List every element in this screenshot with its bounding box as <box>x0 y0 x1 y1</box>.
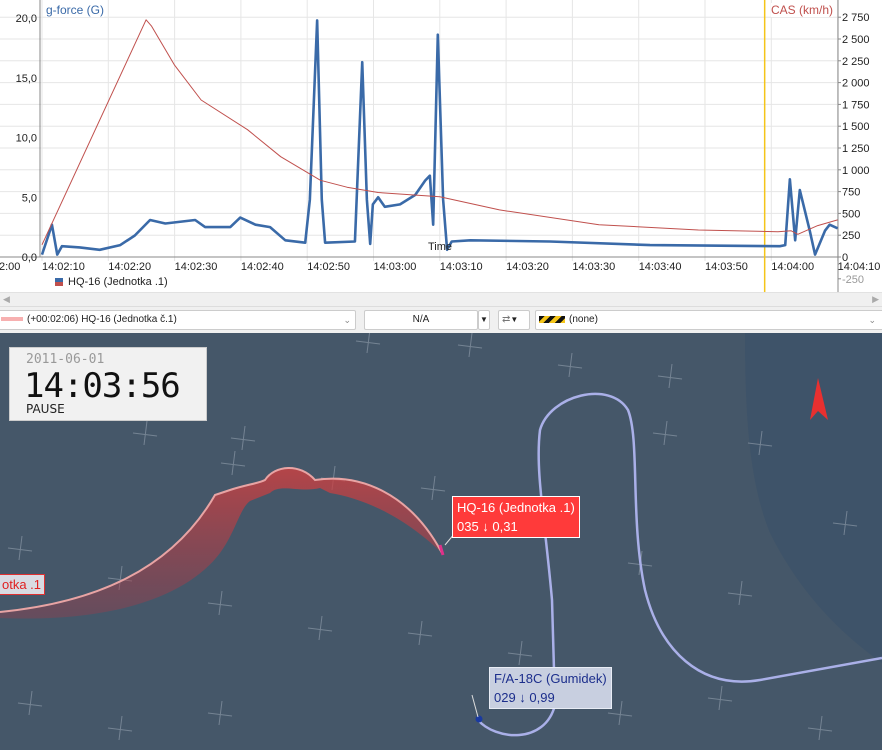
clock-date: 2011-06-01 <box>26 352 105 367</box>
x-tick-label: 14:02:30 <box>175 261 218 273</box>
value-dropdown-button[interactable]: ▼ <box>478 310 490 330</box>
offscreen-unit-label[interactable]: otka .1 <box>0 574 46 595</box>
x-tick-label: 14:03:30 <box>572 261 615 273</box>
right-axis-title: CAS (km/h) <box>771 3 834 17</box>
right-tick-label: 2 000 <box>842 78 870 90</box>
replay-clock: 2011-06-01 14:03:56 PAUSE <box>9 347 207 421</box>
hq16-label[interactable]: HQ-16 (Jednotka .1) 035 ↓ 0,31 <box>452 496 580 538</box>
fa18-label[interactable]: F/A-18C (Gumidek) 029 ↓ 0,99 <box>489 667 612 709</box>
grid-cross <box>468 333 473 358</box>
right-tick-label: 2 250 <box>842 56 870 68</box>
right-tick-label: 500 <box>842 208 860 220</box>
x-tick-label: 14:02:40 <box>241 261 284 273</box>
grid-cross <box>618 700 623 726</box>
x-tick-label: 14:03:50 <box>705 261 748 273</box>
grid-cross <box>818 715 823 741</box>
map-view[interactable]: 2011-06-01 14:03:56 PAUSE HQ-16 (Jednotk… <box>0 333 882 750</box>
pattern-select-value: (none) <box>569 314 598 325</box>
hq16-aircraft-marker <box>438 544 445 556</box>
grid-cross <box>28 690 33 716</box>
grid-cross <box>318 615 323 641</box>
align-tool-button[interactable]: ⇄▼ <box>498 310 530 330</box>
left-tick-label: 0,0 <box>22 252 37 264</box>
grid-cross <box>568 352 573 378</box>
grid-cross <box>18 535 23 561</box>
right-tick-label: -250 <box>842 274 864 286</box>
grid-cross <box>218 590 223 616</box>
clock-time: 14:03:56 <box>24 366 181 406</box>
grid-cross <box>218 700 223 726</box>
x-tick-label: 14:03:10 <box>440 261 483 273</box>
grid-cross <box>718 685 723 711</box>
terrain-region <box>745 333 882 663</box>
telemetry-chart[interactable]: 2:00 14:02:10 14:02:20 14:02:30 14:02:40 14:0… <box>0 0 882 292</box>
scroll-left-icon[interactable]: ◀ <box>3 294 10 305</box>
x-tick-label: 14:02:50 <box>307 261 350 273</box>
right-tick-label: 2 500 <box>842 34 870 46</box>
chart-horizontal-scrollbar[interactable]: ◀ ▶ <box>0 292 882 306</box>
right-tick-label: 0 <box>842 252 848 264</box>
dropdown-arrow-icon: ▼ <box>510 315 519 324</box>
fa18-info: 029 ↓ 0,99 <box>494 690 555 705</box>
playback-state: PAUSE <box>26 402 65 416</box>
track-toolbar: (+00:02:06) HQ-16 (Jednotka č.1) ⌄ N/A ▼… <box>0 306 882 333</box>
track-select[interactable]: (+00:02:06) HQ-16 (Jednotka č.1) ⌄ <box>0 310 356 330</box>
track-color-icon <box>1 317 23 322</box>
left-tick-label: 20,0 <box>16 13 37 25</box>
hq16-info: 035 ↓ 0,31 <box>457 519 518 534</box>
right-tick-label: 1 250 <box>842 143 870 155</box>
grid-cross <box>738 580 743 606</box>
x-axis-title: Time <box>428 241 453 253</box>
right-tick-label: 750 <box>842 187 860 199</box>
grid-cross <box>418 620 423 646</box>
x-tick-label: 14:03:20 <box>506 261 549 273</box>
legend-label: HQ-16 (Jednotka .1) <box>68 276 168 288</box>
right-tick-label: 1 000 <box>842 165 870 177</box>
right-tick-label: 2 750 <box>842 12 870 24</box>
x-tick-label: 14:02:20 <box>108 261 151 273</box>
fa18-label-leader <box>471 694 479 718</box>
left-tick-label: 15,0 <box>16 73 37 85</box>
x-tick-label: 14:02:10 <box>42 261 85 273</box>
grid-cross <box>431 475 436 501</box>
grid-cross <box>231 450 236 476</box>
grid-cross <box>663 420 668 446</box>
left-tick-label: 5,0 <box>22 192 37 204</box>
track-select-value: (+00:02:06) HQ-16 (Jednotka č.1) <box>27 314 177 325</box>
hazard-pattern-icon <box>539 315 565 323</box>
grid-cross <box>518 640 523 666</box>
value-field[interactable]: N/A <box>364 310 478 330</box>
fa18-aircraft-marker <box>475 715 483 723</box>
x-tick-label: 14:04:00 <box>771 261 814 273</box>
x-tick-label: 14:03:40 <box>639 261 682 273</box>
right-tick-label: 1 500 <box>842 121 870 133</box>
chevron-down-icon: ⌄ <box>343 315 351 325</box>
pattern-select[interactable]: (none) ⌄ <box>535 310 882 330</box>
x-tick-label: 14:03:00 <box>374 261 417 273</box>
right-tick-label: 1 750 <box>842 99 870 111</box>
grid-cross <box>118 715 123 741</box>
grid-cross <box>668 363 673 389</box>
legend-swatch-icon <box>55 278 63 286</box>
chevron-down-icon: ⌄ <box>868 315 876 325</box>
fa18-name: F/A-18C (Gumidek) <box>494 671 607 686</box>
right-tick-label: 250 <box>842 230 860 242</box>
left-tick-label: 10,0 <box>16 133 37 145</box>
grid-cross <box>241 425 246 451</box>
scroll-right-icon[interactable]: ▶ <box>872 294 879 305</box>
grid-cross <box>143 420 148 446</box>
left-axis-title: g-force (G) <box>46 3 105 17</box>
hq16-name: HQ-16 (Jednotka .1) <box>457 500 575 515</box>
chart-legend[interactable]: HQ-16 (Jednotka .1) <box>55 276 168 288</box>
x-tick-label: 2:00 <box>0 261 20 273</box>
